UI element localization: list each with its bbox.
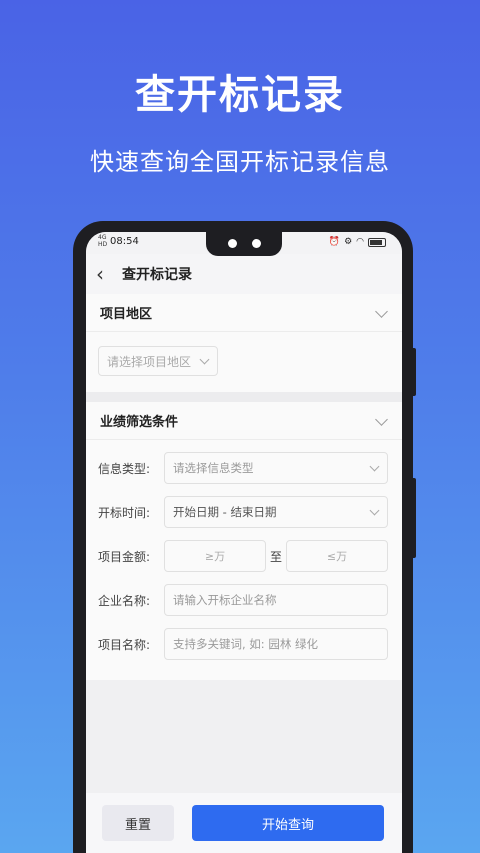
region-select[interactable]: 请选择项目地区 bbox=[98, 346, 219, 376]
company-input[interactable]: 请输入开标企业名称 bbox=[164, 584, 388, 616]
amount-to-label: 至 bbox=[269, 549, 282, 564]
project-placeholder: 支持多关键词, 如: 园林 绿化 bbox=[173, 637, 318, 651]
project-input[interactable]: 支持多关键词, 如: 园林 绿化 bbox=[164, 628, 388, 660]
alarm-icon: ⏰ bbox=[328, 237, 341, 247]
amount-max-input[interactable]: ≤万 bbox=[286, 540, 388, 572]
info-type-select[interactable]: 请选择信息类型 bbox=[164, 452, 388, 484]
status-time: 08:54 bbox=[110, 236, 139, 247]
info-type-label: 信息类型: bbox=[98, 461, 151, 476]
battery-icon bbox=[368, 237, 386, 247]
open-time-label: 开标时间: bbox=[98, 505, 151, 520]
chevron-down-icon[interactable] bbox=[374, 414, 388, 428]
nav-bar: ‹ 查开标记录 bbox=[86, 254, 402, 294]
amount-min-input[interactable]: ≥万 bbox=[164, 540, 266, 572]
network-indicator: 4G HD bbox=[98, 234, 108, 248]
settings-icon: ⚙ bbox=[344, 237, 353, 247]
chevron-down-icon bbox=[199, 356, 209, 366]
project-row: 项目名称: 支持多关键词, 如: 园林 绿化 bbox=[98, 622, 388, 666]
chevron-down-icon bbox=[369, 463, 379, 473]
chevron-down-icon[interactable] bbox=[374, 306, 388, 320]
reset-button[interactable]: 重置 bbox=[102, 805, 174, 841]
date-range-value: 开始日期 - 结束日期 bbox=[173, 505, 277, 519]
camera-icon bbox=[228, 239, 237, 248]
info-type-row: 信息类型: 请选择信息类型 bbox=[98, 446, 388, 490]
company-label: 企业名称: bbox=[98, 593, 151, 608]
bottom-action-bar: 重置 开始查询 bbox=[86, 793, 402, 853]
page-title: 查开标记录 bbox=[122, 267, 192, 283]
region-section-header[interactable]: 项目地区 bbox=[86, 294, 402, 332]
filter-section-label: 业绩筛选条件 bbox=[100, 415, 179, 430]
company-placeholder: 请输入开标企业名称 bbox=[173, 593, 277, 607]
open-time-row: 开标时间: 开始日期 - 结束日期 bbox=[98, 490, 388, 534]
info-type-placeholder: 请选择信息类型 bbox=[173, 461, 254, 475]
company-row: 企业名称: 请输入开标企业名称 bbox=[98, 578, 388, 622]
date-range-select[interactable]: 开始日期 - 结束日期 bbox=[164, 496, 388, 528]
hero-title: 查开标记录 bbox=[135, 72, 345, 118]
amount-range: ≥万 至 ≤万 bbox=[164, 540, 388, 572]
search-button[interactable]: 开始查询 bbox=[192, 805, 384, 841]
region-section-label: 项目地区 bbox=[100, 307, 153, 322]
hero-subtitle: 快速查询全国开标记录信息 bbox=[90, 148, 390, 176]
chevron-down-icon bbox=[369, 507, 379, 517]
wifi-icon: ◠ bbox=[356, 237, 364, 247]
camera-notch bbox=[206, 232, 282, 256]
sensor-icon bbox=[252, 239, 261, 248]
amount-label: 项目金额: bbox=[98, 549, 151, 564]
chevron-left-icon[interactable]: ‹ bbox=[96, 262, 120, 286]
filter-area: 信息类型: 请选择信息类型 开标时间: 开始日期 - 结束日期 项目金额: ≥万… bbox=[86, 440, 402, 680]
status-icons: ⏰ ⚙ ◠ bbox=[329, 237, 386, 247]
phone-side-button bbox=[411, 478, 416, 558]
filter-section-header[interactable]: 业绩筛选条件 bbox=[86, 402, 402, 440]
phone-screen: 4G HD 08:54 ⏰ ⚙ ◠ ‹ 查开标记录 项目地区 请选择项目地区 业绩… bbox=[86, 232, 402, 853]
section-divider bbox=[86, 392, 402, 402]
region-select-placeholder: 请选择项目地区 bbox=[107, 354, 192, 369]
project-label: 项目名称: bbox=[98, 637, 151, 652]
amount-row: 项目金额: ≥万 至 ≤万 bbox=[98, 534, 388, 578]
status-bar: 4G HD 08:54 ⏰ ⚙ ◠ bbox=[86, 232, 402, 256]
region-area: 请选择项目地区 bbox=[86, 332, 402, 392]
phone-side-button bbox=[411, 348, 416, 396]
